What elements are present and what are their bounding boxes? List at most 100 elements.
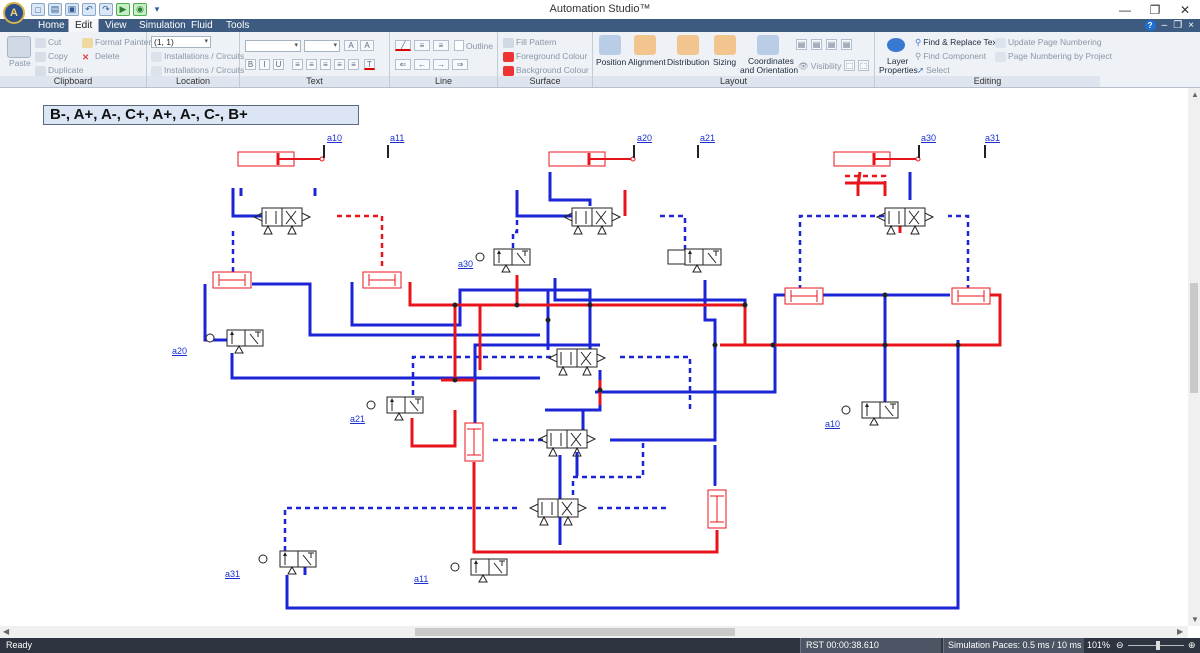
or-valve-3[interactable]: [464, 422, 484, 462]
vertical-scroll-thumb[interactable]: [1190, 283, 1198, 393]
memory-valve-3[interactable]: [529, 498, 587, 526]
ribbon-close-icon[interactable]: ×: [1188, 20, 1194, 31]
align-left-small-icon[interactable]: ▤: [796, 39, 807, 50]
horizontal-scrollbar[interactable]: ◀ ▶: [0, 626, 1188, 638]
memory-valve-2[interactable]: [538, 429, 596, 457]
label-a11-top[interactable]: a11: [390, 133, 404, 143]
help-icon[interactable]: ?: [1144, 20, 1156, 31]
line-weight-icon[interactable]: ≡: [433, 40, 449, 51]
limit-valve-a30[interactable]: [475, 248, 531, 273]
arrow-end-icon[interactable]: →: [433, 59, 449, 70]
coordinates-combo[interactable]: (1, 1): [151, 36, 211, 48]
cylinder-a[interactable]: [236, 150, 326, 168]
or-valve-1[interactable]: [212, 271, 252, 289]
label-a20-left[interactable]: a20: [172, 346, 187, 356]
position-icon[interactable]: [599, 35, 621, 55]
label-a10-right[interactable]: a10: [825, 419, 840, 429]
find-component-button[interactable]: ⚲ Find Component: [915, 51, 986, 62]
justify-icon[interactable]: ≡: [334, 59, 345, 70]
sizing-button[interactable]: Sizing: [713, 57, 736, 67]
group-icon[interactable]: ⬚: [844, 60, 855, 71]
layer-properties-button-line2[interactable]: Properties: [879, 65, 918, 75]
outline-checkbox[interactable]: [454, 40, 464, 51]
update-page-numbering-button[interactable]: Update Page Numbering: [995, 37, 1102, 48]
label-a21-top[interactable]: a21: [700, 133, 715, 143]
duplicate-button[interactable]: Duplicate: [35, 65, 83, 76]
underline-button[interactable]: U: [273, 59, 284, 70]
cylinder-c[interactable]: [832, 150, 922, 168]
limit-valve-a21-top[interactable]: [667, 248, 722, 273]
line-color-icon[interactable]: ╱: [395, 40, 411, 51]
tab-simulation[interactable]: Simulation: [139, 19, 186, 32]
line-style-icon[interactable]: ≡: [414, 40, 430, 51]
minimize-button[interactable]: —: [1110, 0, 1140, 19]
or-valve-4[interactable]: [707, 489, 727, 529]
tab-edit[interactable]: Edit: [68, 19, 100, 32]
valve-c-main[interactable]: [876, 207, 934, 235]
position-button[interactable]: Position: [596, 57, 626, 67]
text-direction-icon[interactable]: ≡: [348, 59, 359, 70]
restore-button[interactable]: ❐: [1140, 0, 1170, 19]
installations-circuits-2[interactable]: Installations / Circuits: [151, 65, 244, 76]
align-right-icon[interactable]: ≡: [320, 59, 331, 70]
sizing-icon[interactable]: [714, 35, 736, 55]
italic-button[interactable]: I: [259, 59, 270, 70]
font-size-combo[interactable]: [304, 40, 340, 52]
fill-pattern-button[interactable]: Fill Pattern: [503, 37, 557, 48]
visibility-button[interactable]: 👁 Visibility: [798, 61, 841, 72]
alignment-button[interactable]: Alignment: [628, 57, 666, 67]
close-button[interactable]: ✕: [1170, 0, 1200, 19]
shrink-font-button[interactable]: A: [360, 40, 374, 51]
cut-button[interactable]: Cut: [35, 37, 61, 48]
label-a30-mid[interactable]: a30: [458, 259, 473, 269]
and-valve-2[interactable]: [951, 287, 991, 305]
background-colour-button[interactable]: Background Colour: [503, 65, 589, 76]
select-button[interactable]: ➚ Select: [917, 65, 950, 76]
bring-front-icon[interactable]: ▤: [841, 39, 852, 50]
horizontal-scroll-thumb[interactable]: [415, 628, 735, 636]
align-left-icon[interactable]: ≡: [292, 59, 303, 70]
format-painter-button[interactable]: Format Painter: [82, 37, 151, 48]
ribbon-restore-icon[interactable]: ❐: [1173, 20, 1182, 31]
label-a30-top[interactable]: a30: [921, 133, 936, 143]
layer-properties-icon[interactable]: [887, 38, 905, 52]
find-replace-button[interactable]: ⚲ Find & Replace Text: [915, 37, 999, 48]
label-a31-top[interactable]: a31: [985, 133, 1000, 143]
cylinder-b[interactable]: [547, 150, 637, 168]
align-center-icon[interactable]: ≡: [306, 59, 317, 70]
label-a20-top[interactable]: a20: [637, 133, 652, 143]
label-a10-top[interactable]: a10: [327, 133, 342, 143]
vertical-scrollbar[interactable]: ▲ ▼: [1188, 88, 1200, 626]
limit-valve-a11[interactable]: [450, 558, 508, 583]
tab-home[interactable]: Home: [38, 19, 65, 32]
valve-a-main[interactable]: [253, 207, 311, 235]
foreground-colour-button[interactable]: Foreground Colour: [503, 51, 587, 62]
and-valve-1[interactable]: [784, 287, 824, 305]
limit-valve-a21[interactable]: [366, 396, 424, 421]
text-color-icon[interactable]: T: [364, 59, 375, 70]
scroll-up-icon[interactable]: ▲: [1191, 90, 1199, 99]
arrow-style-icon[interactable]: ←: [414, 59, 430, 70]
zoom-in-icon[interactable]: ⊕: [1188, 640, 1196, 651]
grow-font-button[interactable]: A: [344, 40, 358, 51]
delete-button[interactable]: ✕ Delete: [82, 51, 120, 62]
tab-fluid[interactable]: Fluid: [191, 19, 213, 32]
memory-valve-1[interactable]: [548, 348, 606, 376]
font-family-combo[interactable]: [245, 40, 301, 52]
copy-button[interactable]: Copy: [35, 51, 68, 62]
zoom-out-icon[interactable]: ⊖: [1116, 640, 1124, 651]
label-a31-bottom[interactable]: a31: [225, 569, 240, 579]
limit-valve-a31[interactable]: [258, 550, 317, 575]
distribution-icon[interactable]: [677, 35, 699, 55]
zoom-slider-thumb[interactable]: [1156, 641, 1160, 650]
tab-view[interactable]: View: [105, 19, 127, 32]
limit-valve-a10[interactable]: [841, 401, 899, 426]
page-numbering-by-project-button[interactable]: Page Numbering by Project: [995, 51, 1112, 62]
scroll-down-icon[interactable]: ▼: [1191, 615, 1199, 624]
scroll-right-icon[interactable]: ▶: [1177, 627, 1183, 636]
label-a11-bottom[interactable]: a11: [414, 574, 428, 584]
distribution-button[interactable]: Distribution: [667, 57, 710, 67]
align-right-small-icon[interactable]: ▤: [811, 39, 822, 50]
bold-button[interactable]: B: [245, 59, 256, 70]
arrow-both-icon[interactable]: ⇒: [452, 59, 468, 70]
